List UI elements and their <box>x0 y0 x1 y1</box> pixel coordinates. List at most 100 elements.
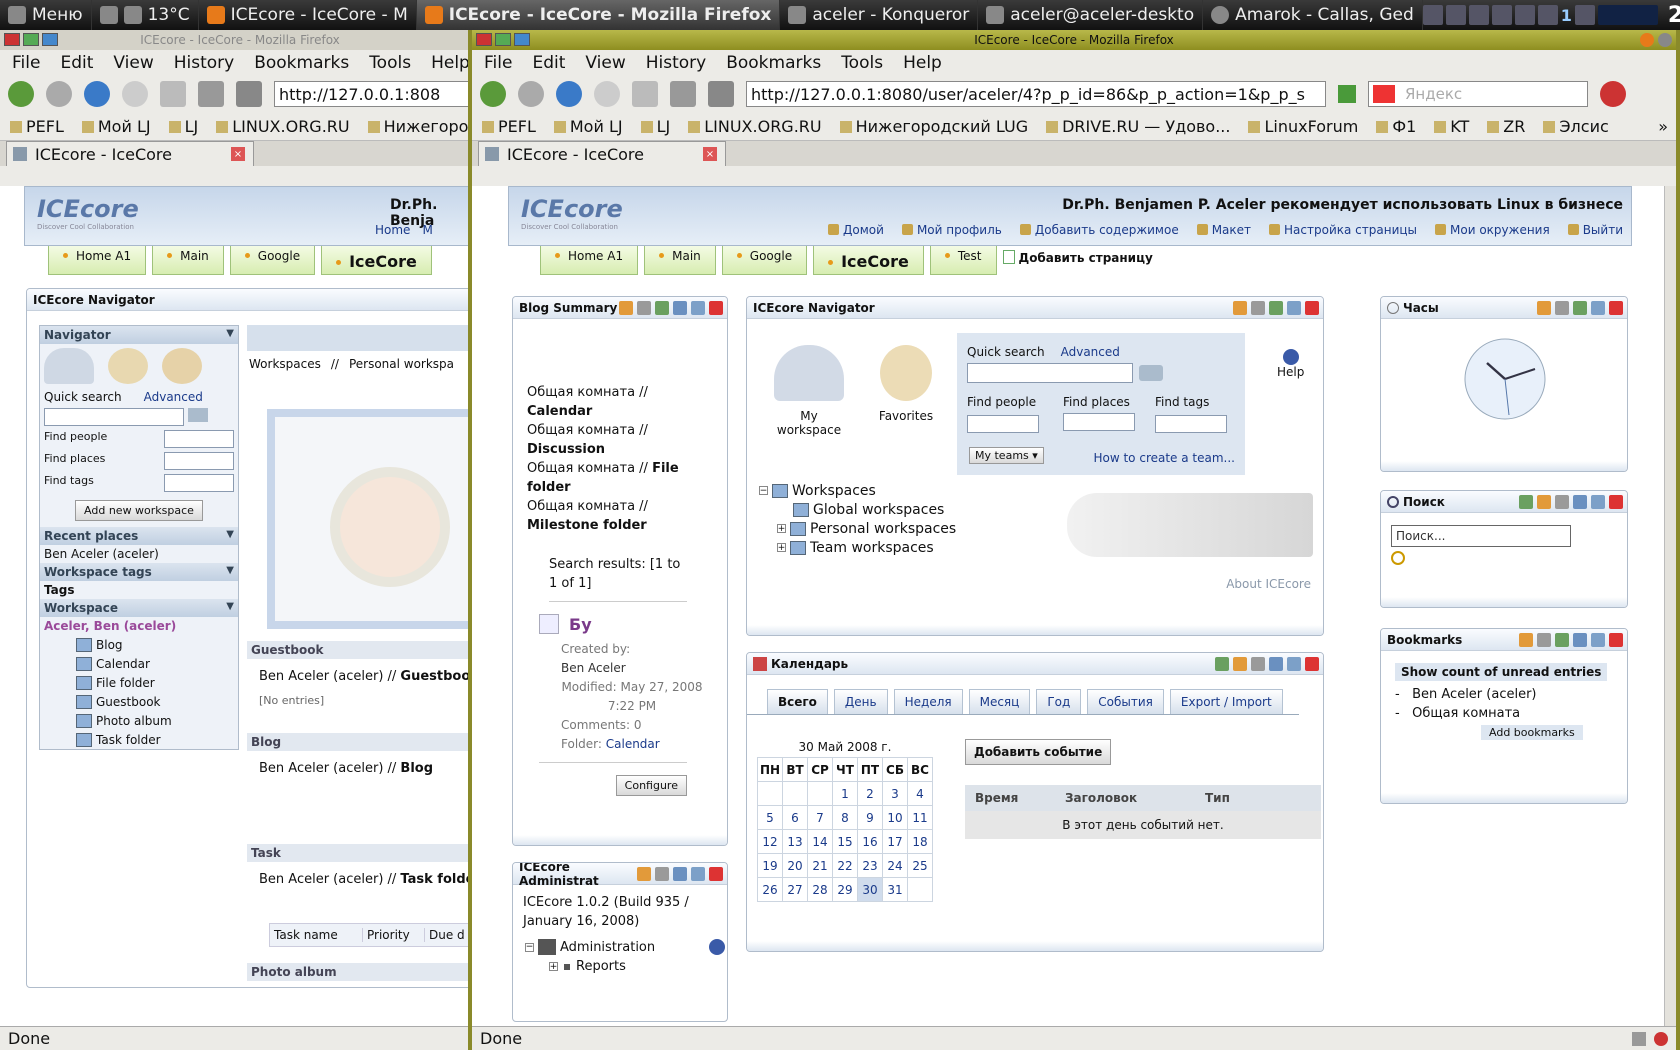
blog-link[interactable]: Blog <box>400 761 433 776</box>
tree-item-file-folder[interactable]: File folder <box>76 673 238 692</box>
bookmark-item[interactable]: Нижегородский LUG <box>840 117 1028 136</box>
home-link[interactable]: Домой <box>828 223 884 237</box>
calendar-day[interactable]: 20 <box>782 853 808 878</box>
profile-link[interactable]: M <box>422 223 432 237</box>
menu-tools[interactable]: Tools <box>841 53 883 73</box>
tree-global-workspaces[interactable]: Global workspaces <box>759 500 956 519</box>
calendar-day[interactable]: 16 <box>857 829 883 854</box>
background-browser-window[interactable]: ICEcore - IceCore - Mozilla Firefox File… <box>0 30 480 1050</box>
bookmark-item[interactable]: DRIVE.RU — Удово... <box>1046 117 1230 136</box>
menu-tools[interactable]: Tools <box>369 53 411 73</box>
menu-help[interactable]: Help <box>431 53 470 73</box>
menu-bookmarks[interactable]: Bookmarks <box>726 53 821 73</box>
calendar-day[interactable]: 22 <box>832 853 858 878</box>
calendar-day[interactable]: 19 <box>757 853 783 878</box>
search-icon[interactable] <box>1139 365 1163 381</box>
maximize-icon[interactable] <box>1287 300 1301 315</box>
main-menu-button[interactable]: Меню <box>0 0 92 30</box>
search-go-icon[interactable] <box>1391 551 1405 565</box>
bookmark-item[interactable]: Нижегородский LUG <box>368 117 480 136</box>
calendar-day[interactable]: 9 <box>857 805 883 830</box>
gear-icon[interactable] <box>1555 494 1569 509</box>
find-tags-input[interactable] <box>1155 415 1227 433</box>
browser-tab[interactable]: ICEcore - IceCore × <box>478 141 726 166</box>
calendar-day[interactable]: 29 <box>832 877 858 902</box>
page-tab-google[interactable]: Google <box>229 246 316 275</box>
reports-node[interactable]: + Reports <box>513 955 727 974</box>
menu-file[interactable]: File <box>484 53 512 73</box>
calendar-day[interactable]: 3 <box>882 781 908 806</box>
refresh-icon[interactable] <box>1233 656 1247 671</box>
bluetooth-icon[interactable] <box>1537 5 1558 25</box>
network-icon[interactable] <box>1514 5 1535 25</box>
workspace-owner[interactable]: Aceler, Ben (aceler) <box>40 617 238 635</box>
calendar-day[interactable]: 18 <box>907 829 933 854</box>
browser-tab[interactable]: ICEcore - IceCore × <box>6 141 254 166</box>
page-tab-google[interactable]: Google <box>721 246 808 275</box>
favorites-button[interactable]: Favorites <box>871 345 941 423</box>
calendar-day[interactable]: 14 <box>807 829 833 854</box>
vertical-scrollbar[interactable] <box>1664 186 1676 1026</box>
calendar-day[interactable]: 24 <box>882 853 908 878</box>
bookmark-entry[interactable]: - Общая комната <box>1395 704 1627 723</box>
advanced-search-link[interactable]: Advanced <box>144 390 203 404</box>
calendar-day[interactable]: 28 <box>807 877 833 902</box>
logout-link[interactable]: Выйти <box>1568 223 1623 237</box>
close-icon[interactable] <box>1609 494 1623 509</box>
menu-edit[interactable]: Edit <box>60 53 93 73</box>
minimize-icon[interactable] <box>514 33 530 46</box>
tree-item-blog[interactable]: Blog <box>76 635 238 654</box>
calendar-day[interactable]: 15 <box>832 829 858 854</box>
about-icecore-link[interactable]: About ICEcore <box>1226 577 1311 591</box>
bookmark-item[interactable]: LINUX.ORG.RU <box>216 117 349 136</box>
calendar-day[interactable]: 6 <box>782 805 808 830</box>
menu-view[interactable]: View <box>585 53 625 73</box>
tree-personal-workspaces[interactable]: + Personal workspaces <box>759 519 956 538</box>
gear-icon[interactable] <box>655 866 669 881</box>
url-bar[interactable]: http://127.0.0.1:8080/user/aceler/4?p_p_… <box>746 81 1326 107</box>
add-page-link[interactable]: Добавить страницу <box>1002 246 1153 275</box>
how-create-team-link[interactable]: How to create a team... <box>1093 451 1235 465</box>
igloo-icon[interactable] <box>44 348 94 384</box>
section-recent-places[interactable]: Recent places <box>40 527 238 545</box>
favorites-icon[interactable] <box>108 348 148 384</box>
tree-item-calendar[interactable]: Calendar <box>76 654 238 673</box>
tab-week[interactable]: Неделя <box>893 689 963 714</box>
bookmark-item[interactable]: LINUX.ORG.RU <box>688 117 821 136</box>
task-item-4[interactable]: aceler@aceler-deskto <box>978 0 1204 30</box>
refresh-icon[interactable] <box>1215 656 1229 671</box>
bookmark-item[interactable]: LJ <box>641 117 671 136</box>
close-icon[interactable] <box>476 33 492 46</box>
refresh-icon[interactable] <box>1537 494 1551 509</box>
gear-icon[interactable] <box>1537 632 1551 647</box>
bookmark-entry[interactable]: - Ben Aceler (aceler) <box>1395 685 1627 704</box>
close-icon[interactable] <box>1305 656 1319 671</box>
add-content-link[interactable]: Добавить содержимое <box>1020 223 1179 237</box>
page-tab-icecore[interactable]: IceCore <box>321 246 432 275</box>
tags-item[interactable]: Tags <box>40 581 238 599</box>
recent-place-item[interactable]: Ben Aceler (aceler) <box>40 545 238 563</box>
blog-entry[interactable]: Общая комната // Milestone folder <box>527 497 715 535</box>
maximize-icon[interactable] <box>23 33 39 46</box>
tab-export-import[interactable]: Export / Import <box>1169 689 1283 714</box>
refresh-icon[interactable] <box>637 866 651 881</box>
page-tab-test[interactable]: Test <box>929 246 997 275</box>
calendar-day[interactable]: 5 <box>757 805 783 830</box>
menu-bookmarks[interactable]: Bookmarks <box>254 53 349 73</box>
gear-icon[interactable] <box>1251 656 1265 671</box>
search-input[interactable]: Поиск... <box>1391 525 1571 547</box>
menu-help[interactable]: Help <box>903 53 942 73</box>
close-icon[interactable] <box>1305 300 1319 315</box>
task-item-2[interactable]: ICEcore - IceCore - Mozilla Firefox <box>416 0 781 30</box>
maximize-icon[interactable] <box>691 866 705 881</box>
flag-icon[interactable] <box>1445 5 1466 25</box>
find-people-input[interactable] <box>967 415 1039 433</box>
profile-link[interactable]: Мой профиль <box>902 223 1002 237</box>
maximize-icon[interactable] <box>1591 494 1605 509</box>
find-tags-input[interactable] <box>164 474 234 492</box>
url-bar[interactable]: http://127.0.0.1:808 <box>274 81 474 107</box>
tool-icon[interactable] <box>632 81 658 107</box>
tree-team-workspaces[interactable]: + Team workspaces <box>759 538 956 557</box>
tab-month[interactable]: Месяц <box>968 689 1031 714</box>
calendar-day[interactable]: 7 <box>807 805 833 830</box>
